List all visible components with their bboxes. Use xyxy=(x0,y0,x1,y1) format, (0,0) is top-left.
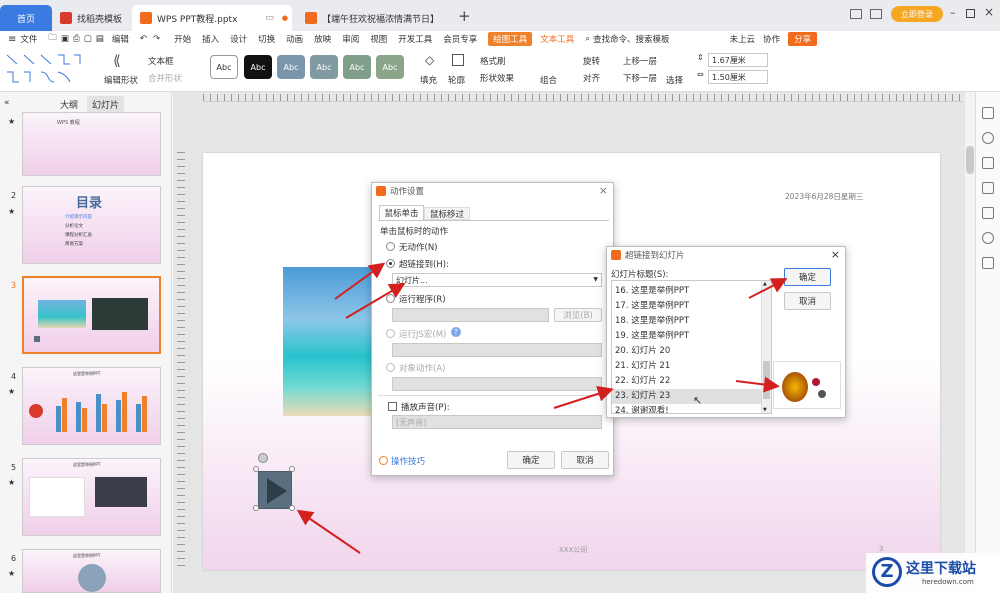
book-icon[interactable] xyxy=(982,257,994,269)
animation-icon[interactable] xyxy=(982,157,994,169)
property-icon[interactable] xyxy=(982,107,994,119)
arrow-to-hyperlink-select xyxy=(345,282,406,319)
copy-icon[interactable] xyxy=(982,182,994,194)
annotation-arrows xyxy=(296,262,788,554)
watermark: Z 这里下载站 heredown.com xyxy=(866,553,1000,593)
arrow-to-action-button xyxy=(296,509,361,554)
arrow-to-slide-23 xyxy=(553,386,614,409)
watermark-logo: Z xyxy=(872,557,902,587)
watermark-text: 这里下载站 xyxy=(906,561,976,577)
arrow-to-ok xyxy=(748,278,788,299)
arrow-to-hyperlink xyxy=(334,262,386,300)
image-icon[interactable] xyxy=(982,207,994,219)
watermark-url: heredown.com xyxy=(922,578,974,586)
adjust-icon[interactable] xyxy=(982,132,994,144)
arrow-to-preview xyxy=(735,376,780,393)
right-sidebar xyxy=(975,92,1000,593)
location-icon[interactable] xyxy=(982,232,994,244)
